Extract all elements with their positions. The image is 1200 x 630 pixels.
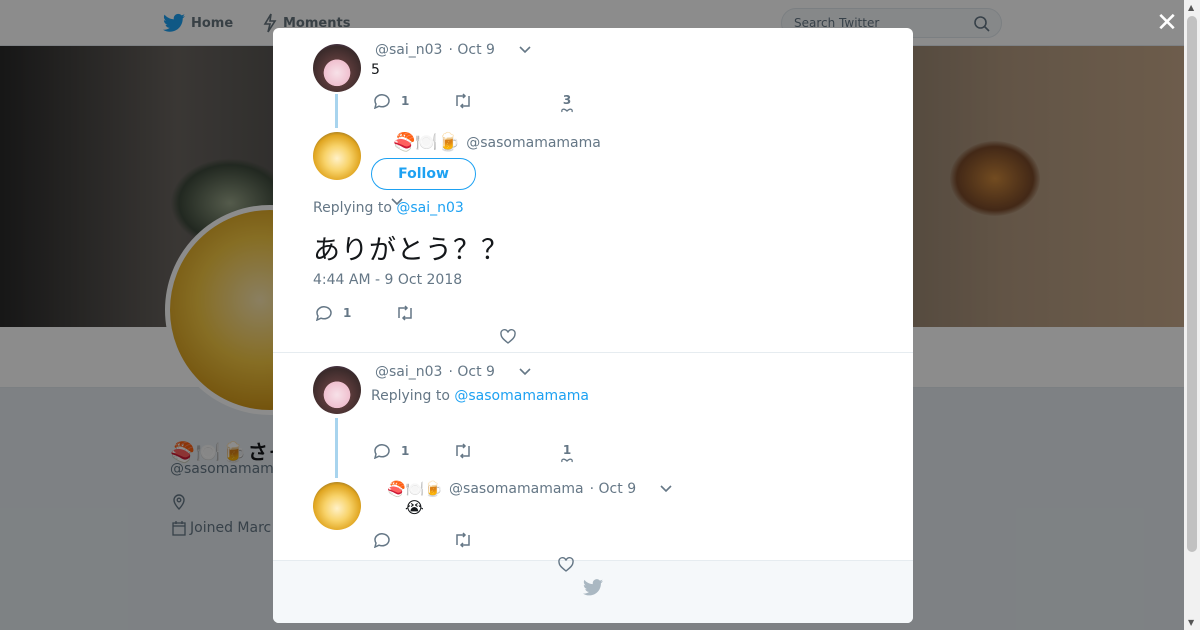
avatar[interactable] xyxy=(313,44,361,92)
tweet-date[interactable]: · Oct 9 xyxy=(448,42,494,58)
tweet-handle[interactable]: @sai_n03 xyxy=(375,364,442,380)
tweet-header: @sai_n03 · Oct 9 xyxy=(375,42,531,58)
reply-action[interactable]: 1 xyxy=(373,93,409,109)
follow-button[interactable]: Follow xyxy=(371,158,476,190)
scrollbar-thumb[interactable] xyxy=(1187,16,1197,552)
tweet-handle[interactable]: @sasomamamama xyxy=(449,481,584,497)
tweet-text: 😭 xyxy=(405,498,424,517)
replying-prefix: Replying to xyxy=(313,200,392,216)
tweet-header: @sai_n03 · Oct 9 xyxy=(375,364,531,380)
tweet-handle[interactable]: @sai_n03 xyxy=(375,42,442,58)
reply-action[interactable]: 1 xyxy=(315,305,351,321)
heart-icon xyxy=(561,108,573,113)
thread-connector xyxy=(335,94,338,128)
like-action[interactable]: 3 xyxy=(560,93,574,113)
tweet-date[interactable]: · Oct 9 xyxy=(590,481,636,497)
tweet-timestamp[interactable]: 4:44 AM - 9 Oct 2018 xyxy=(313,272,462,288)
like-action[interactable] xyxy=(558,557,574,572)
like-count: 3 xyxy=(562,93,572,107)
tweet-header: 🍣🍽️🍺 @sasomamamama · Oct 9 xyxy=(387,480,672,498)
tweet-handle[interactable]: @sasomamamama xyxy=(466,135,601,151)
tweet-date[interactable]: · Oct 9 xyxy=(448,364,494,380)
tweet-text: 5 xyxy=(371,62,380,78)
chevron-down-icon[interactable] xyxy=(519,368,531,376)
retweet-icon xyxy=(456,532,470,548)
chevron-down-icon[interactable] xyxy=(519,46,531,54)
replying-to-link[interactable]: @sasomamamama xyxy=(454,388,589,404)
reply-icon xyxy=(315,306,332,321)
reply-count: 1 xyxy=(401,94,410,108)
reply-icon xyxy=(373,444,390,459)
heart-icon xyxy=(500,329,516,344)
chevron-down-icon[interactable] xyxy=(660,485,672,493)
heart-icon xyxy=(561,458,573,463)
heart-icon xyxy=(558,557,574,572)
retweet-action[interactable] xyxy=(453,93,473,109)
close-modal-button[interactable]: ✕ xyxy=(1155,10,1179,36)
name-emoji: 🍣🍽️🍺 xyxy=(387,480,444,498)
reply-icon xyxy=(373,94,390,109)
like-action[interactable]: 1 xyxy=(560,443,574,463)
replying-to-link[interactable]: @sai_n03 xyxy=(396,200,463,216)
avatar[interactable] xyxy=(313,482,361,530)
like-action[interactable] xyxy=(500,329,516,344)
replying-to: Replying to @sasomamamama xyxy=(371,388,589,404)
avatar[interactable] xyxy=(313,132,361,180)
reply-count: 1 xyxy=(343,306,352,320)
replying-to: Replying to @sai_n03 xyxy=(313,200,464,216)
replying-prefix: Replying to xyxy=(371,388,450,404)
tweet-header: 🍣🍽️🍺 @sasomamamama xyxy=(393,132,601,153)
thread-connector xyxy=(335,418,338,478)
tweet-modal: @sai_n03 · Oct 9 5 1 3 🍣🍽️🍺 @sasomamamam… xyxy=(273,28,913,623)
like-count: 1 xyxy=(562,443,572,457)
tweet-text-large: ありがとう？？ xyxy=(313,235,509,266)
scroll-down-arrow-icon[interactable]: ▼ xyxy=(1188,618,1194,627)
retweet-action[interactable] xyxy=(453,443,473,459)
divider xyxy=(273,352,913,353)
reply-action[interactable]: 1 xyxy=(373,443,409,459)
twitter-bird-icon xyxy=(583,579,603,596)
retweet-icon xyxy=(398,305,412,321)
modal-footer xyxy=(273,560,913,623)
page-scrollbar[interactable]: ▲ ▼ xyxy=(1184,0,1200,630)
scroll-up-arrow-icon[interactable]: ▲ xyxy=(1188,3,1194,12)
retweet-action[interactable] xyxy=(453,532,473,548)
reply-count: 1 xyxy=(401,444,410,458)
retweet-icon xyxy=(456,443,470,459)
retweet-icon xyxy=(456,93,470,109)
reply-action[interactable] xyxy=(373,532,391,548)
name-emoji: 🍣🍽️🍺 xyxy=(393,132,461,153)
retweet-action[interactable] xyxy=(395,305,415,321)
avatar[interactable] xyxy=(313,366,361,414)
reply-icon xyxy=(373,533,390,548)
